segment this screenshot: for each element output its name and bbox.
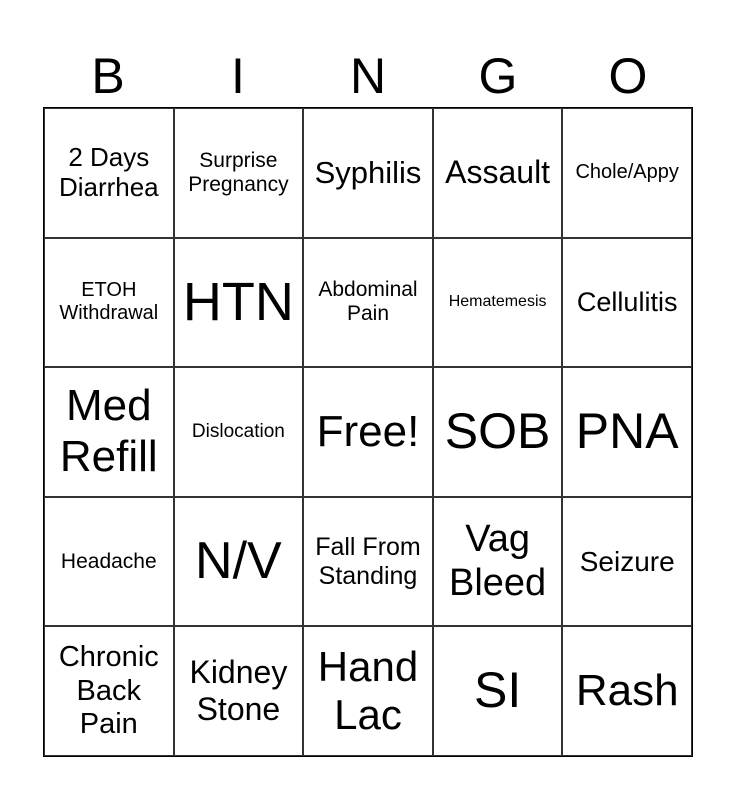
bingo-cell-text: Hand Lac: [317, 642, 419, 739]
bingo-cell[interactable]: Hand Lac: [303, 626, 433, 756]
header-letter-n: N: [349, 48, 387, 104]
bingo-cell[interactable]: Hematemesis: [432, 237, 563, 368]
bingo-cell-text: N/V: [195, 531, 282, 590]
bingo-cell[interactable]: Headache: [44, 496, 174, 627]
bingo-cell-text: Fall From Standing: [315, 532, 421, 590]
bingo-cell[interactable]: Seizure: [562, 496, 692, 627]
bingo-cell-text: Chronic Back Pain: [58, 641, 159, 740]
header-letter-o: O: [608, 48, 648, 104]
bingo-cell[interactable]: 2 Days Diarrhea: [44, 108, 174, 238]
bingo-cell-text: Kidney Stone: [189, 654, 288, 728]
bingo-cell-text: Hematemesis: [448, 293, 547, 311]
bingo-cell[interactable]: SI: [432, 626, 563, 756]
bingo-cell[interactable]: Fall From Standing: [303, 496, 433, 627]
bingo-cell-text: HTN: [182, 272, 294, 333]
bingo-cell-text: Assault: [445, 154, 551, 191]
bingo-cell-text: Free!: [316, 406, 420, 456]
bingo-cell[interactable]: Free!: [303, 367, 433, 497]
header-letter-g: G: [478, 48, 518, 104]
bingo-cell[interactable]: Cellulitis: [562, 237, 692, 368]
bingo-cell[interactable]: Assault: [432, 108, 563, 238]
bingo-cell-text: Abdominal Pain: [318, 278, 418, 326]
bingo-cell-text: SI: [473, 662, 522, 719]
bingo-cell-text: Seizure: [579, 545, 675, 577]
bingo-cell-text: PNA: [575, 403, 679, 460]
bingo-cell[interactable]: Chronic Back Pain: [44, 626, 174, 756]
bingo-cell[interactable]: Dislocation: [173, 367, 304, 497]
bingo-cell[interactable]: SOB: [432, 367, 563, 497]
bingo-cell[interactable]: ETOH Withdrawal: [44, 237, 174, 368]
bingo-cell[interactable]: Med Refill: [44, 367, 174, 497]
bingo-cell[interactable]: N/V: [173, 496, 304, 627]
bingo-cell-text: Rash: [575, 665, 679, 715]
bingo-cell-text: Vag Bleed: [448, 517, 547, 604]
bingo-cell[interactable]: Surprise Pregnancy: [173, 108, 304, 238]
bingo-cell-text: SOB: [444, 403, 551, 460]
bingo-cell[interactable]: Vag Bleed: [432, 496, 563, 627]
header-letter-i: I: [231, 48, 245, 104]
bingo-cell-text: Headache: [60, 549, 157, 573]
bingo-cell-text: Chole/Appy: [575, 161, 679, 184]
bingo-cell[interactable]: Kidney Stone: [173, 626, 304, 756]
bingo-cell-text: 2 Days Diarrhea: [58, 141, 159, 202]
bingo-cell[interactable]: Abdominal Pain: [303, 237, 433, 368]
bingo-header: B I N G O: [43, 46, 693, 106]
bingo-cell-text: Syphilis: [314, 154, 422, 190]
bingo-cell-text: Dislocation: [191, 421, 285, 443]
bingo-cell-text: Med Refill: [59, 381, 158, 481]
header-letter-b: B: [91, 48, 125, 104]
bingo-cell[interactable]: Rash: [562, 626, 692, 756]
bingo-cell-text: Surprise Pregnancy: [188, 148, 289, 196]
bingo-cell[interactable]: PNA: [562, 367, 692, 497]
bingo-cell-text: Cellulitis: [576, 286, 678, 317]
bingo-card-grid: 2 Days Diarrhea Surprise Pregnancy Syphili…: [43, 107, 693, 757]
bingo-cell[interactable]: HTN: [173, 237, 304, 368]
bingo-cell-text: ETOH Withdrawal: [59, 279, 159, 325]
bingo-cell[interactable]: Chole/Appy: [562, 108, 692, 238]
bingo-cell[interactable]: Syphilis: [303, 108, 433, 238]
